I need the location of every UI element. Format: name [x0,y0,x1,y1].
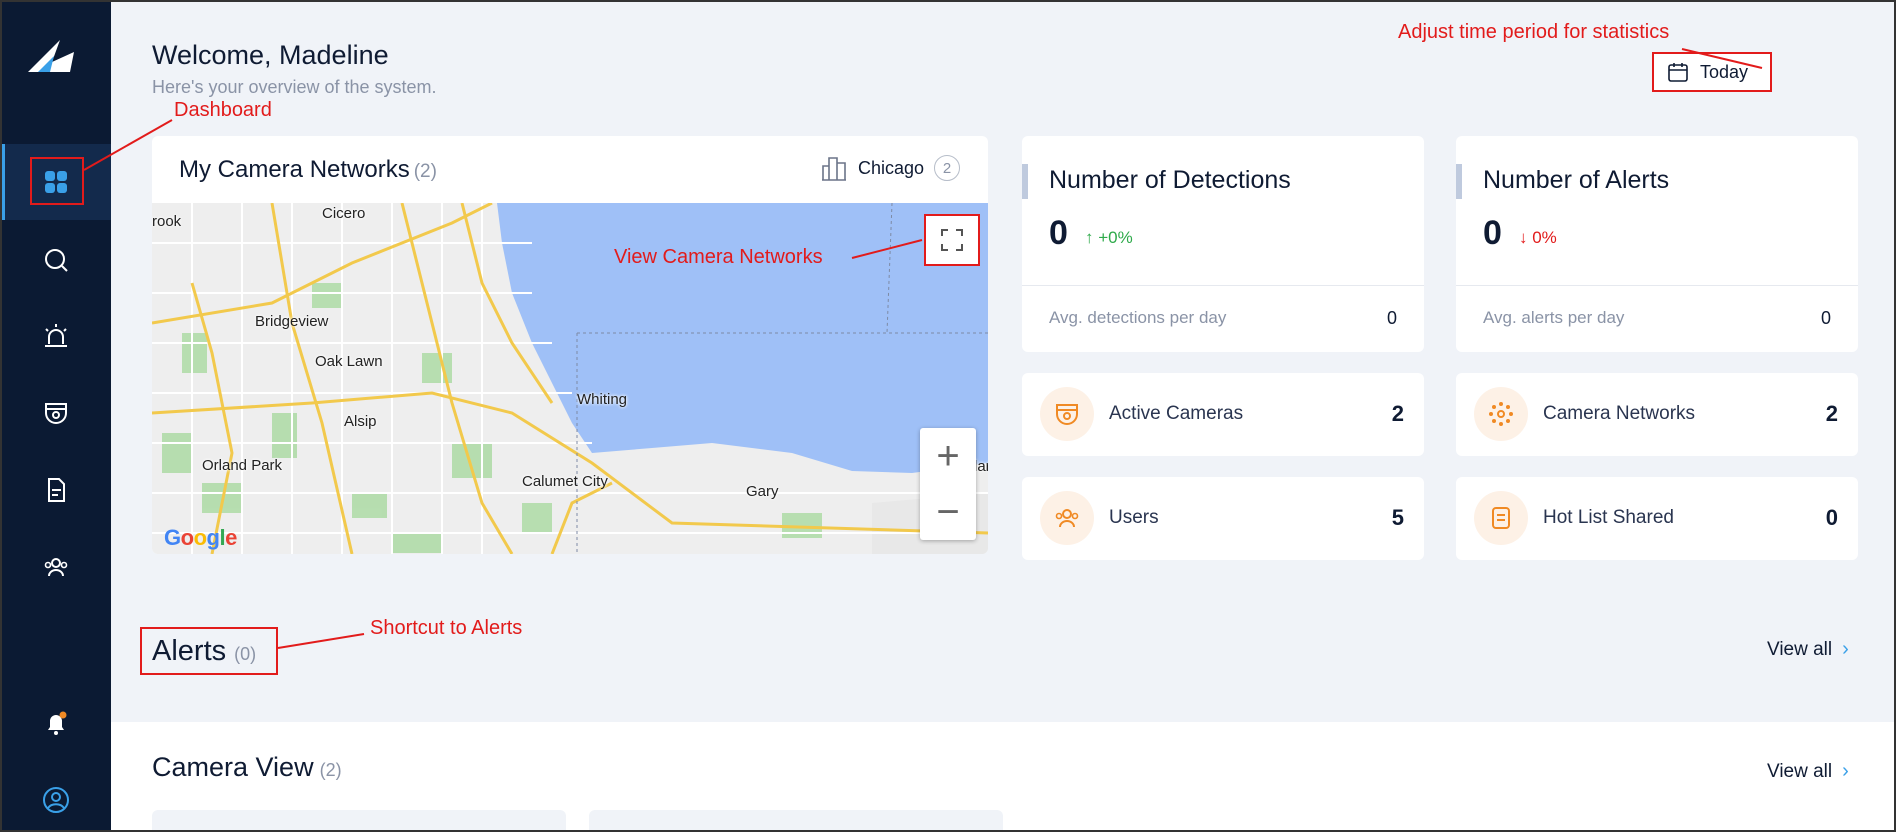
summary-value: 2 [1391,401,1404,426]
active-cameras-card[interactable]: Active Cameras 2 [1022,373,1424,456]
camera-networks-summary-card[interactable]: Camera Networks 2 [1456,373,1858,456]
summary-label: Users [1109,507,1159,528]
hot-list-card[interactable]: Hot List Shared 0 [1456,477,1858,560]
alerts-section-count: (0) [234,643,257,664]
map-label: Cicero [322,205,366,222]
map-graphic [152,203,988,554]
user-circle-icon [42,787,69,813]
app-logo[interactable] [24,38,80,78]
map-label: Alsip [344,413,377,430]
expand-map-button[interactable] [924,214,980,266]
camera-networks-count: (2) [413,161,437,182]
document-icon [47,478,65,502]
camera-thumbnail[interactable] [589,810,1003,832]
alarm-siren-icon [44,324,67,347]
map-label: rook [152,213,182,230]
sidebar-item-notifications[interactable] [0,685,111,761]
city-name: Chicago [857,157,924,178]
chevron-right-icon: › [1842,638,1849,660]
camera-view-count: (2) [319,760,342,780]
detections-title: Number of Detections [1049,166,1291,194]
camera-view-all-link[interactable]: View all › [1767,760,1849,783]
search-icon [44,249,68,272]
page-subtitle: Here's your overview of the system. [152,77,437,97]
city-selector[interactable]: Chicago 2 [820,154,960,182]
alerts-section-title: Alerts [152,634,227,667]
sidebar-item-alerts[interactable] [0,298,111,374]
camera-networks-title: My Camera Networks (2) [179,156,437,184]
users-card[interactable]: Users 5 [1022,477,1424,560]
map-label: lar [974,458,988,475]
camera-networks-title-text: My Camera Networks [179,156,410,183]
annotation-view-networks: View Camera Networks [614,246,823,268]
expand-icon [941,229,963,251]
users-icon [1040,491,1094,545]
sidebar-item-search[interactable] [0,222,111,298]
summary-value: 5 [1391,505,1404,530]
network-icon [1474,387,1528,441]
map-label: Gary [746,483,779,500]
detections-avg-label: Avg. detections per day [1049,308,1227,327]
camera-icon [44,403,67,424]
alerts-view-all-link[interactable]: View all › [1767,638,1849,661]
card-divider [1456,285,1858,286]
time-period-button[interactable]: Today [1652,52,1772,92]
camera-view-title: Camera View (2) [152,752,342,783]
detections-change: ↑ +0% [1085,228,1133,247]
map-label: Oak Lawn [315,353,383,370]
city-buildings-icon [821,157,846,181]
map-label: Whiting [577,391,628,408]
annotation-alerts-shortcut: Shortcut to Alerts [370,617,523,639]
summary-value: 2 [1825,401,1838,426]
sidebar [0,0,111,832]
zoom-in-button[interactable]: + [920,428,976,484]
list-icon [1474,491,1528,545]
alerts-value: 0 [1483,214,1502,252]
card-accent-bar [1022,164,1028,199]
camera-view-title-text: Camera View [152,752,314,782]
view-all-label: View all [1767,638,1833,660]
alerts-card: Number of Alerts 0 ↓ 0% Avg. alerts per … [1456,136,1858,352]
camera-view-section: Camera View (2) View all › [111,722,1896,832]
map-label: Bridgeview [255,313,329,330]
sidebar-item-profile[interactable] [0,762,111,832]
sidebar-item-cameras[interactable] [0,375,111,451]
card-divider [1022,285,1424,286]
alerts-avg-label: Avg. alerts per day [1483,308,1625,327]
alerts-change: ↓ 0% [1519,228,1557,247]
summary-label: Camera Networks [1543,403,1696,424]
alerts-avg-value: 0 [1820,308,1831,328]
google-logo: Google [164,525,237,550]
detections-value: 0 [1049,214,1068,252]
map-view[interactable]: rook Cicero Bridgeview Oak Lawn Alsip Or… [152,203,988,554]
users-icon [44,558,67,577]
summary-label: Hot List Shared [1543,507,1674,528]
summary-value: 0 [1825,505,1838,530]
summary-label: Active Cameras [1109,403,1244,424]
chevron-right-icon: › [1842,760,1849,782]
map-zoom-controls: + − [920,428,976,540]
camera-icon [1040,387,1094,441]
city-count-badge: 2 [934,155,960,181]
card-accent-bar [1456,164,1462,199]
alerts-title: Number of Alerts [1483,166,1670,194]
zoom-out-button[interactable]: − [920,484,976,540]
detections-card: Number of Detections 0 ↑ +0% Avg. detect… [1022,136,1424,352]
sidebar-item-reports[interactable] [0,452,111,528]
alerts-section-header[interactable]: Alerts (0) [140,627,278,675]
annotation-dashboard: Dashboard [174,99,272,121]
time-period-label: Today [1700,61,1749,82]
camera-networks-card: My Camera Networks (2) Chicago 2 rook Ci… [152,136,988,554]
annotation-period: Adjust time period for statistics [1398,21,1670,43]
map-label: Calumet City [522,473,608,490]
sidebar-item-users[interactable] [0,529,111,605]
page-title: Welcome, Madeline [152,40,389,70]
detections-avg-value: 0 [1386,308,1397,328]
calendar-icon [1668,63,1688,82]
view-all-label: View all [1767,760,1833,782]
map-label: Orland Park [202,457,283,474]
bell-icon [47,711,66,735]
camera-thumbnail[interactable] [152,810,566,832]
annotation-box-dashboard [30,157,84,205]
